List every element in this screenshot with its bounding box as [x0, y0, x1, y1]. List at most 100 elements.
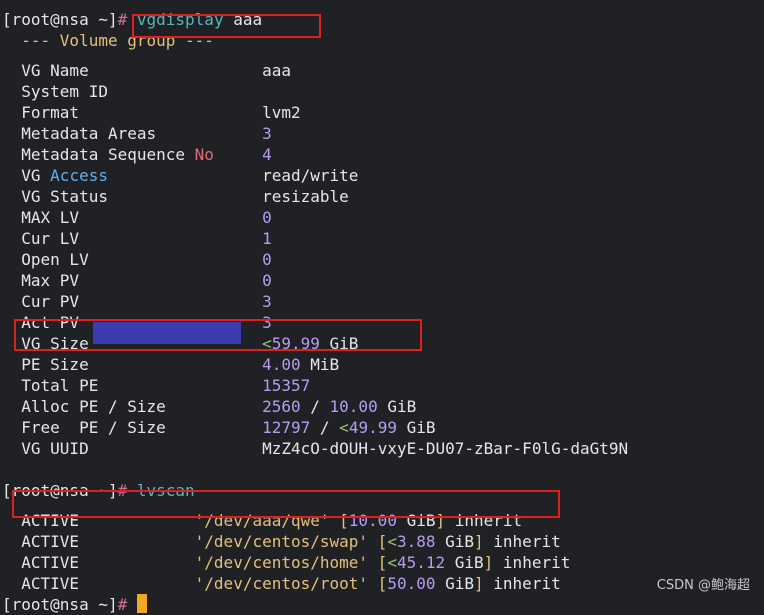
vg-row-value: 4 — [262, 145, 272, 164]
vg-row: PE Size 4.00 MiB — [2, 354, 764, 375]
command-vgdisplay: vgdisplay — [136, 10, 224, 29]
vg-row: Format lvm2 — [2, 102, 764, 123]
lv-policy: inherit — [502, 553, 571, 572]
vg-row-value: resizable — [262, 187, 349, 206]
vg-row-value-prefix: < — [262, 334, 272, 353]
lvscan-row: ACTIVE '/dev/aaa/qwe' [10.00 GiB] inheri… — [21, 511, 523, 530]
vg-row-key: System ID — [21, 82, 108, 101]
lv-unit: GiB — [435, 574, 475, 593]
lv-path: '/dev/centos/swap' — [194, 532, 369, 551]
vg-row-value: read/write — [262, 166, 359, 185]
vg-row: VG UUID MzZ4cO-dOUH-vxyE-DU07-zBar-F0lG-… — [2, 438, 764, 459]
vg-row: VG Name aaa — [2, 60, 764, 81]
command-vg-arg: aaa — [233, 10, 263, 29]
vg-header: --- Volume group --- — [2, 31, 214, 50]
vg-row: Cur PV 3 — [2, 291, 764, 312]
vg-row: Alloc PE / Size 2560 / 10.00 GiB — [2, 396, 764, 417]
vg-row-value: aaa — [262, 61, 291, 80]
lvscan-row: ACTIVE '/dev/centos/swap' [<3.88 GiB] in… — [21, 532, 561, 551]
lv-size: 45.12 — [396, 553, 446, 572]
lv-state: ACTIVE — [21, 574, 80, 593]
vg-row-value: 0 — [262, 271, 272, 290]
vg-row-value: 0 — [262, 250, 272, 269]
vg-row-key: VG Size — [21, 334, 89, 353]
vg-row-key-keyword: No — [194, 145, 214, 164]
vg-row: Total PE 15357 — [2, 375, 764, 396]
prompt-user-host: [root@nsa ~] — [2, 481, 118, 500]
terminal-window[interactable]: [root@nsa ~]# vgdisplay aaa --- Volume g… — [2, 0, 764, 614]
vg-row-unit: GiB — [377, 397, 417, 416]
vg-row-key: PE Size — [21, 355, 89, 374]
prompt-line-lvscan: [root@nsa ~]# lvscan — [2, 480, 764, 501]
lv-policy: inherit — [493, 574, 561, 593]
vg-row-key: Cur PV — [21, 292, 80, 311]
vg-row-key: Open LV — [21, 250, 89, 269]
vg-row-unit: GiB — [396, 418, 436, 437]
lv-policy: inherit — [493, 532, 561, 551]
vg-row-key: MAX LV — [21, 208, 80, 227]
vg-row: Act PV 3 — [2, 312, 764, 333]
lvscan-row: ACTIVE '/dev/centos/home' [<45.12 GiB] i… — [21, 553, 571, 572]
vg-row-value: 15357 — [262, 376, 311, 395]
vg-row-value: 3 — [262, 124, 272, 143]
vg-row: Free PE / Size 12797 / <49.99 GiB — [2, 417, 764, 438]
vg-row-key: Metadata Sequence — [21, 145, 195, 164]
lv-unit: GiB — [396, 511, 436, 530]
lv-state: ACTIVE — [21, 511, 80, 530]
terminal-cursor — [136, 594, 147, 613]
vg-row: MAX LV 0 — [2, 207, 764, 228]
vg-row-value: 4.00 — [262, 355, 301, 374]
vg-row-separator: / — [300, 397, 330, 416]
vg-row: VG Access read/write — [2, 165, 764, 186]
prompt-line-current[interactable]: [root@nsa ~]# — [2, 594, 764, 615]
lv-size: 50.00 — [387, 574, 436, 593]
lv-path: '/dev/centos/root' — [194, 574, 369, 593]
prompt-symbol: # — [117, 595, 128, 614]
vg-row: System ID — [2, 81, 764, 102]
vg-row-value: 3 — [262, 292, 272, 311]
vg-row-key: Free PE / Size — [21, 418, 166, 437]
lv-unit: GiB — [435, 532, 475, 551]
vg-row: VG Status resizable — [2, 186, 764, 207]
lv-size-prefix: < — [387, 532, 397, 551]
vg-row: VG Size <59.99 GiB — [2, 333, 764, 354]
lv-policy: inherit — [454, 511, 523, 530]
watermark: CSDN @鲍海超 — [656, 578, 750, 593]
lv-path: '/dev/aaa/qwe' — [194, 511, 330, 530]
vg-row-key: VG Name — [21, 61, 89, 80]
vg-row: Cur LV 1 — [2, 228, 764, 249]
vg-row-value: lvm2 — [262, 103, 301, 122]
vg-row-value: 12797 — [262, 418, 311, 437]
vg-row-key: Total PE — [21, 376, 99, 395]
lv-unit: GiB — [445, 553, 484, 572]
vg-row-key: VG Status — [21, 187, 108, 206]
lv-size: 3.88 — [396, 532, 436, 551]
prompt-user-host: [root@nsa ~] — [2, 595, 118, 614]
vg-row-value2-prefix: < — [339, 418, 349, 437]
vg-row-value: 0 — [262, 208, 272, 227]
command-lvscan: lvscan — [136, 481, 195, 500]
vg-row-key: VG — [21, 166, 51, 185]
lv-size-prefix: < — [387, 553, 397, 572]
vg-row-value: 3 — [262, 313, 272, 332]
vg-row-value: 2560 — [262, 397, 301, 416]
vg-row-key: Act PV — [21, 313, 80, 332]
vg-row-value2: 10.00 — [329, 397, 378, 416]
prompt-line-vgdisplay: [root@nsa ~]# vgdisplay aaa — [2, 9, 764, 30]
vg-row-separator: / — [310, 418, 340, 437]
lv-size: 10.00 — [348, 511, 397, 530]
vg-row-value: MzZ4cO-dOUH-vxyE-DU07-zBar-F0lG-daGt9N — [262, 439, 629, 458]
prompt-symbol: # — [117, 10, 128, 29]
vg-row: Metadata Sequence No 4 — [2, 144, 764, 165]
vg-row-key: Max PV — [21, 271, 80, 290]
vg-row-key: Metadata Areas — [21, 124, 157, 143]
vg-row-key: Alloc PE / Size — [21, 397, 166, 416]
lv-path: '/dev/centos/home' — [194, 553, 369, 572]
vg-row: Max PV 0 — [2, 270, 764, 291]
vg-row-key-keyword: Access — [50, 166, 108, 185]
vg-row-value2: 49.99 — [348, 418, 397, 437]
vg-row-unit: MiB — [300, 355, 340, 374]
vg-row-value: 1 — [262, 229, 272, 248]
lv-state: ACTIVE — [21, 532, 80, 551]
